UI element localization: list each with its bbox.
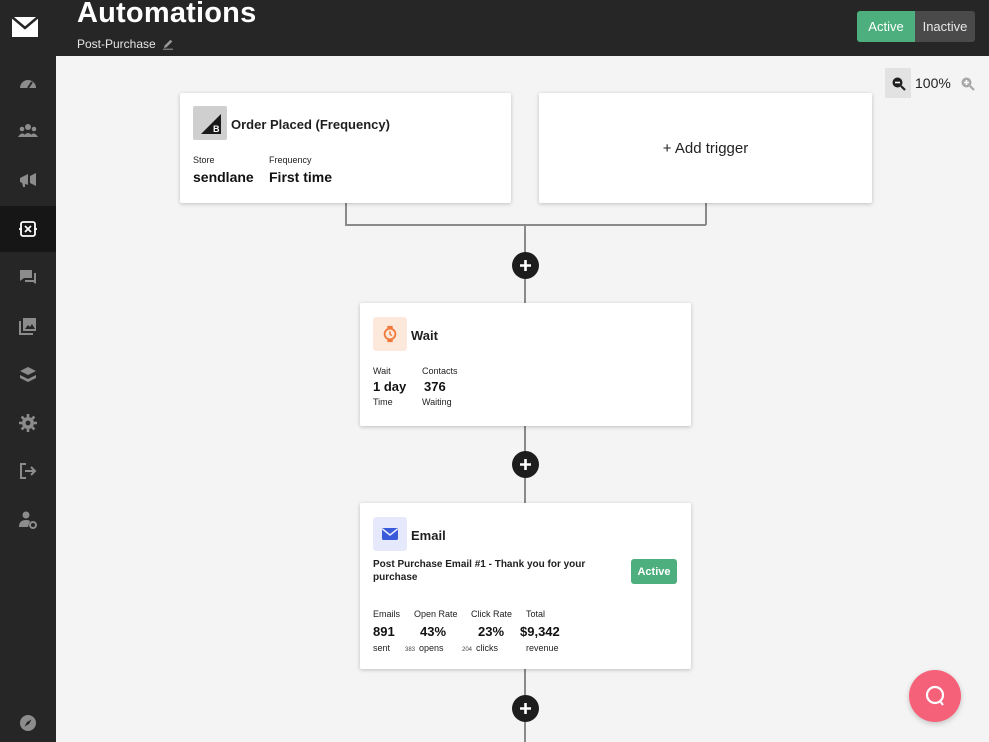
- trigger-frequency-field: Frequency First time: [269, 155, 332, 185]
- integrations-icon: [20, 367, 36, 382]
- bigcommerce-logo-icon: B: [193, 106, 227, 140]
- sidebar-item-contacts[interactable]: [0, 108, 56, 154]
- zoom-controls: 100%: [885, 68, 981, 98]
- app-logo-icon[interactable]: [10, 14, 40, 40]
- envelope-icon: [382, 528, 398, 540]
- zoom-in-icon: [961, 77, 976, 91]
- connector-line: [345, 224, 706, 226]
- sidebar-item-campaigns[interactable]: [0, 157, 56, 203]
- add-trigger-button[interactable]: + Add trigger: [539, 93, 872, 203]
- contacts-sub: Waiting: [422, 397, 452, 407]
- frequency-value: First time: [269, 169, 333, 185]
- top-header: Automations Post-Purchase Active Inactiv…: [56, 0, 989, 56]
- frequency-label: Frequency: [269, 155, 312, 165]
- stopwatch-icon: [383, 325, 397, 343]
- user-settings-icon: [19, 511, 37, 529]
- total-label: Total: [526, 609, 546, 619]
- open-count: 383: [405, 647, 416, 653]
- wait-title: Wait: [411, 328, 438, 343]
- explore-icon: [20, 715, 36, 731]
- sidebar-item-integrations[interactable]: [0, 352, 56, 398]
- page-title: Automations: [77, 0, 257, 29]
- email-step-card[interactable]: Email Post Purchase Email #1 - Thank you…: [360, 503, 691, 669]
- media-icon: [19, 318, 36, 335]
- trigger-store-field: Store sendlane: [193, 155, 254, 185]
- messages-icon: [20, 270, 36, 284]
- add-step-button[interactable]: [512, 695, 539, 722]
- total-value: $9,342: [520, 624, 560, 639]
- connector-line: [705, 203, 707, 225]
- campaigns-icon: [20, 173, 36, 187]
- plus-icon: [520, 703, 531, 714]
- add-step-button[interactable]: [512, 252, 539, 279]
- contacts-label: Contacts: [422, 366, 458, 376]
- sidebar-item-logout[interactable]: [0, 448, 56, 494]
- click-sub: clicks: [476, 643, 499, 653]
- help-chat-button[interactable]: [909, 670, 961, 722]
- store-label: Store: [193, 155, 215, 165]
- email-status-badge: Active: [631, 559, 677, 584]
- contacts-value: 376: [424, 379, 446, 394]
- wait-value: 1 day: [373, 379, 407, 394]
- wait-label: Wait: [373, 366, 391, 376]
- svg-text:B: B: [213, 124, 220, 134]
- wait-contacts-stat: Contacts 376 Waiting: [422, 366, 458, 407]
- sidebar-item-messages[interactable]: [0, 254, 56, 300]
- email-title: Email: [411, 528, 446, 543]
- sidebar-item-explore[interactable]: [0, 700, 56, 742]
- plus-icon: [520, 459, 531, 470]
- sidebar-item-settings[interactable]: [0, 400, 56, 446]
- click-rate-label: Click Rate: [471, 609, 513, 619]
- automation-name: Post-Purchase: [77, 37, 174, 51]
- status-inactive-button[interactable]: Inactive: [915, 11, 975, 42]
- click-rate-stat: Click Rate 23% 204 clicks: [462, 609, 513, 653]
- plus-icon: [520, 260, 531, 271]
- emails-sub: sent: [373, 643, 391, 653]
- automations-icon: [19, 221, 37, 237]
- emails-value: 891: [373, 624, 395, 639]
- wait-step-card[interactable]: Wait Wait 1 day Time Contacts 376 Waitin…: [360, 303, 691, 426]
- emails-sent-stat: Emails 891 sent: [373, 609, 400, 653]
- logout-icon: [20, 463, 37, 479]
- sidebar-item-automations[interactable]: [0, 206, 56, 252]
- open-rate-label: Open Rate: [414, 609, 458, 619]
- email-step-icon: [373, 517, 407, 551]
- email-description: Post Purchase Email #1 - Thank you for y…: [373, 559, 586, 583]
- automation-name-label: Post-Purchase: [77, 37, 156, 51]
- zoom-out-button[interactable]: [885, 68, 911, 98]
- total-sub: revenue: [526, 643, 559, 653]
- click-rate-value: 23%: [478, 624, 505, 639]
- dashboard-icon: [20, 80, 36, 89]
- status-toggle: Active Inactive: [857, 11, 975, 42]
- zoom-in-button[interactable]: [955, 68, 981, 98]
- wait-step-icon: [373, 317, 407, 351]
- open-sub: opens: [419, 643, 444, 653]
- total-revenue-stat: Total $9,342 revenue: [520, 609, 560, 653]
- settings-icon: [19, 414, 37, 432]
- sidebar-item-media[interactable]: [0, 303, 56, 349]
- sidebar-item-dashboard[interactable]: [0, 61, 56, 107]
- add-step-button[interactable]: [512, 451, 539, 478]
- zoom-level: 100%: [915, 75, 951, 91]
- open-rate-value: 43%: [420, 624, 447, 639]
- wait-time-stat: Wait 1 day Time: [373, 366, 406, 407]
- open-rate-stat: Open Rate 43% 383 opens: [405, 609, 458, 653]
- emails-label: Emails: [373, 609, 401, 619]
- zoom-out-icon: [892, 77, 906, 91]
- chat-bubble-icon: [925, 685, 945, 706]
- trigger-card[interactable]: B Order Placed (Frequency) Store sendlan…: [180, 93, 511, 203]
- sidebar: [0, 0, 56, 742]
- edit-icon[interactable]: [162, 38, 174, 50]
- contacts-icon: [18, 124, 38, 137]
- store-value: sendlane: [193, 169, 254, 185]
- click-count: 204: [462, 647, 473, 653]
- wait-sub: Time: [373, 397, 393, 407]
- status-active-button[interactable]: Active: [857, 11, 915, 42]
- connector-line: [345, 203, 347, 225]
- sidebar-item-user-settings[interactable]: [0, 497, 56, 543]
- trigger-title: Order Placed (Frequency): [231, 117, 390, 132]
